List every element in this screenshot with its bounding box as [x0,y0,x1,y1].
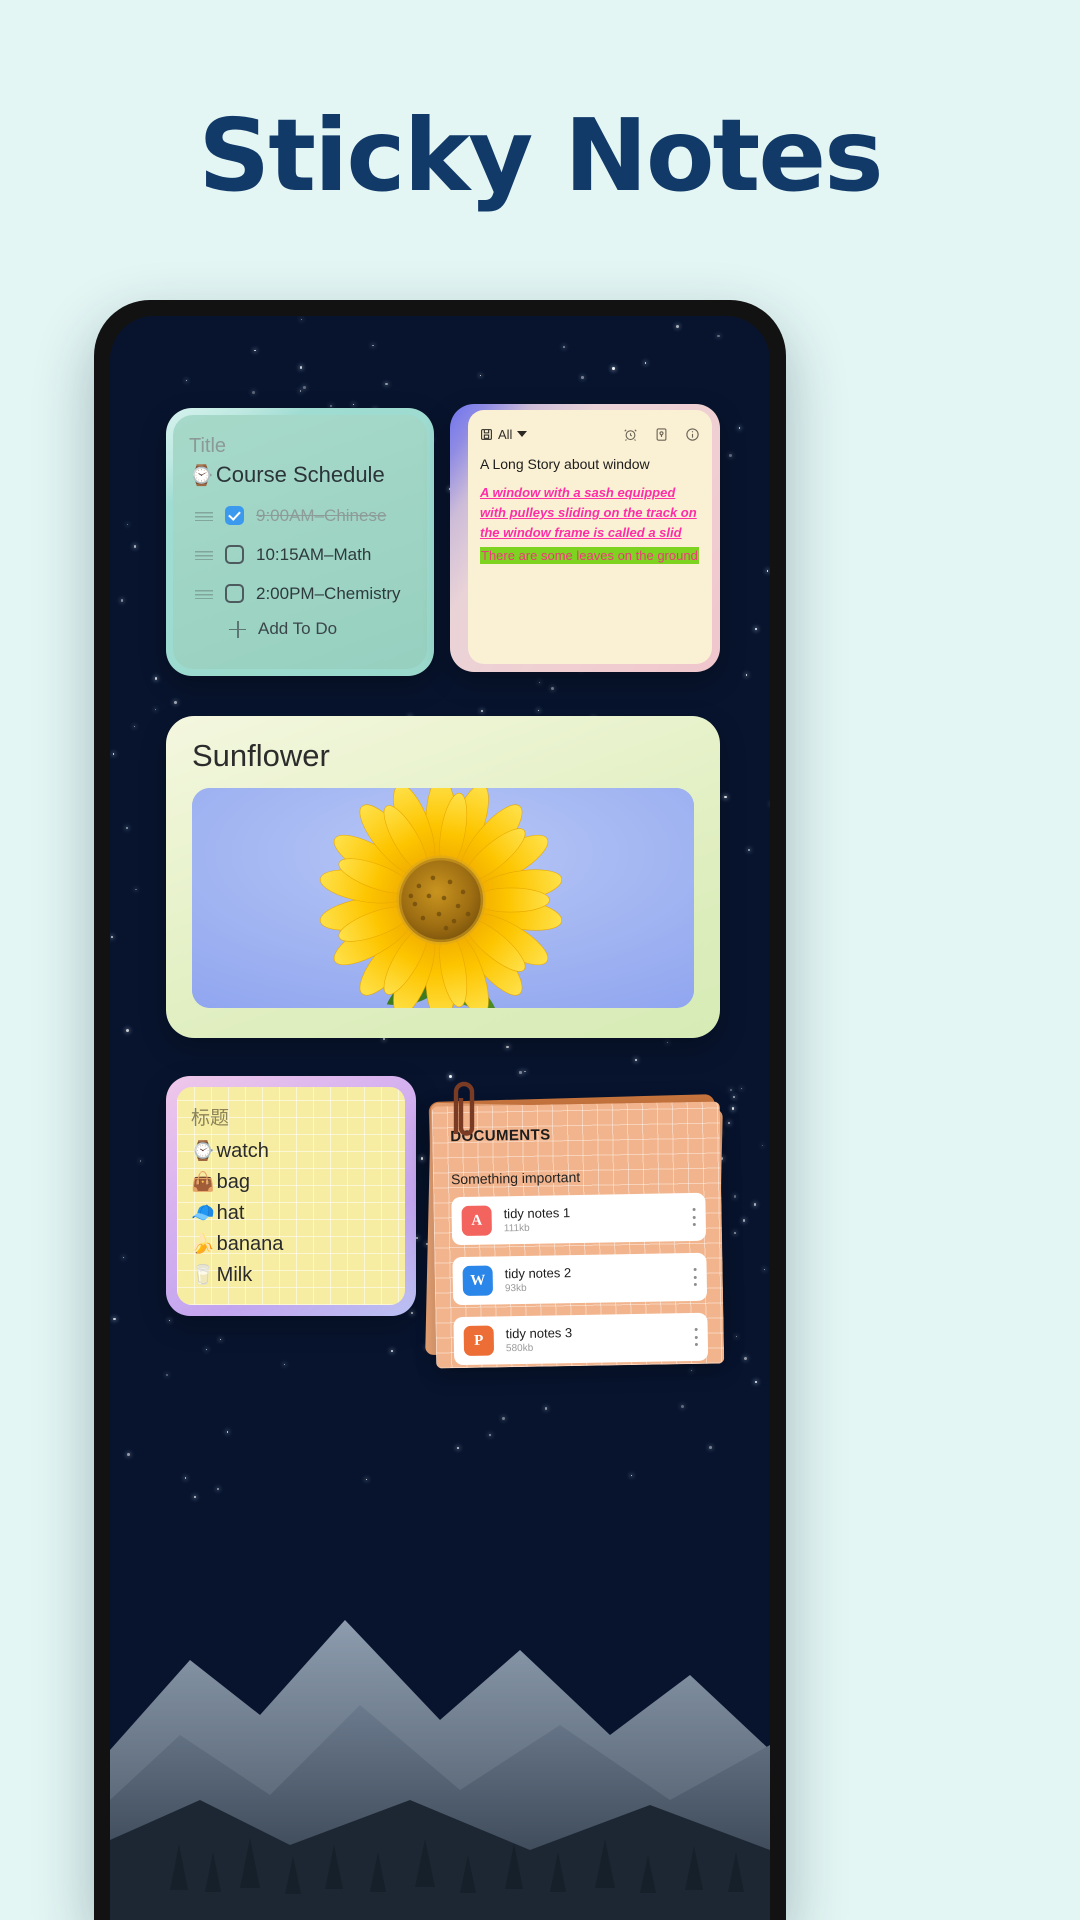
note-course-schedule[interactable]: Title ⌚ Course Schedule 9:00AM–Chinese 1… [166,408,434,676]
sunflower-image [192,788,694,1008]
document-size: 93kb [504,1282,527,1295]
document-name: tidy notes 3 [505,1325,573,1342]
note-toolbar: All [480,424,700,444]
note-heading-label: Course Schedule [215,462,385,487]
note-shopping-list-body: 标题 ⌚ watch 👜 bag 🧢 hat 🍌 banana 🥛 Milk [177,1087,405,1305]
kebab-menu-icon[interactable] [692,1207,696,1227]
list-item-label: bag [216,1171,251,1193]
ppt-file-icon: P [463,1325,495,1357]
alarm-clock-icon[interactable] [623,427,638,442]
todo-row[interactable]: 10:15AM–Math [189,535,411,574]
story-paragraph-highlighted: A window with a sash equipped with pulle… [480,483,700,543]
list-item-label: watch [216,1140,269,1162]
filter-label: All [498,426,513,442]
wallpaper-mountains [110,1620,770,1920]
todo-label: 9:00AM–Chinese [256,505,387,525]
note-long-story-body: All A Long Story about window A window w… [468,410,712,664]
list-item-label: hat [216,1202,245,1224]
list-item[interactable]: 👜 bag [191,1167,391,1198]
phone-screen: Title ⌚ Course Schedule 9:00AM–Chinese 1… [110,316,770,1920]
document-name: tidy notes 1 [503,1205,571,1222]
todo-checkbox[interactable] [225,506,244,525]
banana-icon: 🍌 [191,1234,215,1255]
todo-row[interactable]: 2:00PM–Chemistry [189,574,411,613]
list-item[interactable]: 🥛 Milk [191,1260,391,1291]
note-toolbar-actions [623,427,700,442]
floppy-disk-icon [481,428,492,440]
document-size: 580kb [505,1342,534,1355]
todo-checkbox[interactable] [225,584,244,603]
phone-frame: Title ⌚ Course Schedule 9:00AM–Chinese 1… [94,300,786,1920]
info-icon[interactable] [685,427,700,442]
page-title: Sticky Notes [198,97,883,214]
note-long-story[interactable]: All A Long Story about window A window w… [450,404,720,672]
lock-icon[interactable] [654,427,669,442]
list-item-label: banana [216,1233,284,1255]
note-title-placeholder[interactable]: Title [189,435,411,458]
documents-kicker: DOCUMENTS [450,1126,551,1146]
paperclip-icon [453,1081,475,1136]
list-item[interactable]: 🍌 banana [191,1229,391,1260]
drag-handle-icon[interactable] [195,510,213,521]
add-todo-button[interactable]: Add To Do [189,619,411,639]
document-name: tidy notes 2 [504,1265,572,1282]
pdf-file-icon: A [461,1205,492,1237]
milk-icon: 🥛 [191,1265,215,1286]
note-sunflower[interactable]: Sunflower [166,716,720,1038]
story-title: A Long Story about window [480,456,650,472]
hat-icon: 🧢 [191,1203,215,1224]
story-paragraph-green: There are some leaves on the ground [480,543,700,565]
list-item-label: Milk [216,1264,253,1286]
document-row[interactable]: P tidy notes 3 580kb [453,1312,709,1366]
sunflower-photo[interactable] [192,788,694,1008]
list-item[interactable]: 🧢 hat [191,1198,391,1229]
kebab-menu-icon[interactable] [693,1267,697,1286]
story-pink-text: A window with a sash equipped with pulle… [480,485,697,540]
note-heading: ⌚ Course Schedule [189,462,411,488]
add-todo-label: Add To Do [258,619,338,638]
list-item[interactable]: ⌚ watch [191,1136,391,1167]
watch-icon: ⌚ [191,1141,215,1162]
todo-label: 10:15AM–Math [256,544,372,564]
plus-icon [229,620,246,638]
bag-icon: 👜 [191,1172,215,1193]
documents-subtitle: Something important [450,1168,581,1188]
story-green-text: There are some leaves on the ground [480,547,699,564]
drag-handle-icon[interactable] [195,588,213,599]
document-size: 111kb [503,1222,530,1235]
todo-checkbox[interactable] [225,545,244,564]
word-file-icon: W [462,1265,494,1297]
document-row[interactable]: W tidy notes 2 93kb [452,1252,708,1306]
document-meta: tidy notes 3 580kb [506,1325,573,1354]
note-shopping-list[interactable]: 标题 ⌚ watch 👜 bag 🧢 hat 🍌 banana 🥛 Milk [166,1076,416,1316]
document-meta: tidy notes 1 111kb [503,1205,570,1234]
filter-selector[interactable]: All [480,426,528,442]
kebab-menu-icon[interactable] [694,1327,698,1346]
chevron-down-icon[interactable] [517,431,528,437]
note-course-schedule-body: Title ⌚ Course Schedule 9:00AM–Chinese 1… [173,415,427,669]
todo-label: 2:00PM–Chemistry [256,583,401,603]
sunflower-title: Sunflower [192,738,330,773]
watch-icon: ⌚ [189,464,214,487]
list-title[interactable]: 标题 [191,1103,391,1130]
document-meta: tidy notes 2 93kb [505,1265,572,1294]
document-row[interactable]: A tidy notes 1 111kb [451,1192,707,1246]
todo-row[interactable]: 9:00AM–Chinese [189,496,411,535]
drag-handle-icon[interactable] [195,549,213,560]
